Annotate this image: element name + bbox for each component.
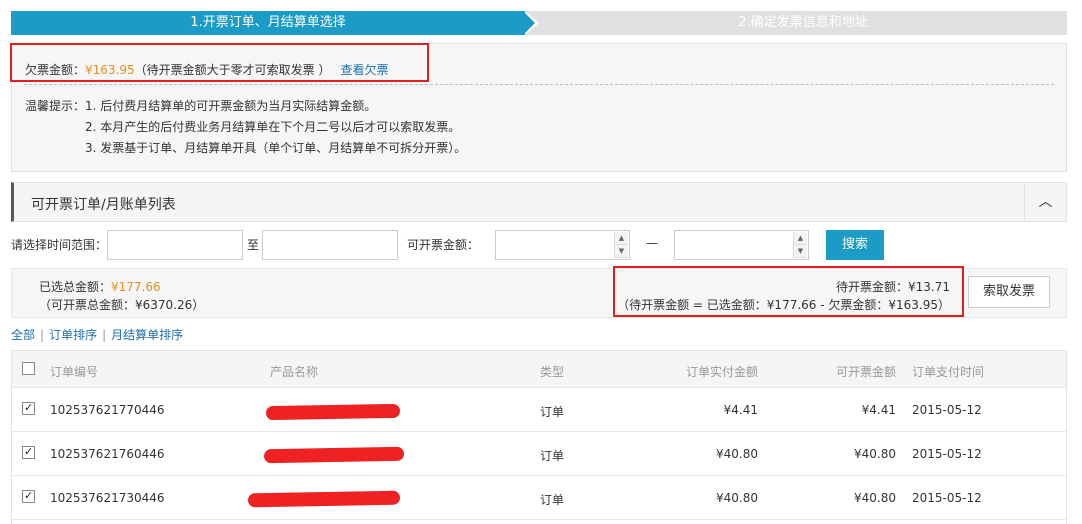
section-header: 可开票订单/月账单列表 ︿ <box>11 182 1067 222</box>
header-type: 类型 <box>540 365 565 379</box>
order-id: 102537621730446 <box>50 491 165 505</box>
pay-time: 2015-05-12 <box>912 491 982 505</box>
sort-all-link[interactable]: 全部 <box>11 328 35 342</box>
pending-highlight-box <box>613 266 964 317</box>
paid-amount: ¥40.80 <box>716 447 758 461</box>
invoiceable-amount: ¥40.80 <box>854 491 896 505</box>
select-all-checkbox[interactable] <box>22 362 35 375</box>
order-id: 102537621770446 <box>50 403 165 417</box>
redaction-mark <box>263 446 405 464</box>
progress-steps: 1.开票订单、月结算单选择 2.确定发票信息和地址 <box>11 11 1067 35</box>
end-date-input[interactable] <box>262 230 398 260</box>
row-checkbox[interactable] <box>22 489 35 503</box>
chevron-up-icon: ︿ <box>1038 194 1053 210</box>
row-checkbox[interactable] <box>22 401 35 415</box>
time-range-label: 请选择时间范围： <box>11 238 108 252</box>
table-header: 订单编号 产品名称 类型 订单实付金额 可开票金额 订单支付时间 <box>12 351 1066 388</box>
start-date-input[interactable] <box>107 230 243 260</box>
sort-separator: | <box>40 328 45 342</box>
to-label: 至 <box>247 238 260 252</box>
header-paid-amount: 订单实付金额 <box>685 365 758 379</box>
amount-label: 可开票金额： <box>407 238 480 252</box>
header-product-name: 产品名称 <box>270 365 319 379</box>
orders-table: 订单编号 产品名称 类型 订单实付金额 可开票金额 订单支付时间 1025376… <box>11 350 1067 524</box>
pay-time: 2015-05-12 <box>912 447 982 461</box>
tip-2: 2. 本月产生的后付费业务月结算单在下个月二号以后才可以索取发票。 <box>85 120 461 134</box>
header-pay-time: 订单支付时间 <box>912 365 985 379</box>
spin-up-icon[interactable]: ▲ <box>615 232 628 245</box>
pay-time: 2015-05-12 <box>912 403 982 417</box>
step-1-active: 1.开票订单、月结算单选择 <box>11 11 525 35</box>
table-row[interactable]: 102537621760446 订单 ¥40.80 ¥40.80 2015-05… <box>12 432 1066 476</box>
dashed-divider <box>24 84 1054 85</box>
selected-amount: ¥177.66 <box>111 280 161 294</box>
row-checkbox[interactable] <box>22 445 35 459</box>
owed-highlight-box <box>10 43 429 82</box>
invoiceable-total: （可开票总金额：¥6370.26） <box>39 298 205 312</box>
redaction-mark <box>265 403 401 421</box>
step-arrow-point <box>523 11 535 35</box>
table-row[interactable]: 102537621770446 订单 ¥4.41 ¥4.41 2015-05-1… <box>12 388 1066 432</box>
selected-label: 已选总金额： <box>39 280 112 294</box>
order-type: 订单 <box>540 449 565 463</box>
tip-1: 1. 后付费月结算单的可开票金额为当月实际结算金额。 <box>85 99 377 113</box>
max-amount-input[interactable]: ▲ ▼ <box>674 230 809 260</box>
paid-amount: ¥4.41 <box>723 403 758 417</box>
table-row[interactable]: 102537621730446 订单 ¥40.80 ¥40.80 2015-05… <box>12 476 1066 520</box>
spin-up-icon[interactable]: ▲ <box>794 232 807 245</box>
spin-down-icon[interactable]: ▼ <box>794 245 807 258</box>
header-invoiceable-amount: 可开票金额 <box>835 365 896 379</box>
section-title: 可开票订单/月账单列表 <box>31 197 176 213</box>
tips-block: 温馨提示：1. 后付费月结算单的可开票金额为当月实际结算金额。 2. 本月产生的… <box>25 96 466 159</box>
order-id: 102537621760446 <box>50 447 165 461</box>
header-order-id: 订单编号 <box>50 365 99 379</box>
min-amount-stepper[interactable]: ▲ ▼ <box>614 232 628 258</box>
sort-monthly-link[interactable]: 月结算单排序 <box>111 328 183 342</box>
request-invoice-button[interactable]: 索取发票 <box>968 276 1050 308</box>
range-dash: — <box>646 236 658 250</box>
min-amount-input[interactable]: ▲ ▼ <box>495 230 630 260</box>
order-type: 订单 <box>540 493 565 507</box>
collapse-button[interactable]: ︿ <box>1024 183 1066 221</box>
step-2-inactive: 2.确定发票信息和地址 <box>738 15 868 30</box>
search-button[interactable]: 搜索 <box>826 230 884 260</box>
invoiceable-amount: ¥40.80 <box>854 447 896 461</box>
invoiceable-amount: ¥4.41 <box>861 403 896 417</box>
paid-amount: ¥40.80 <box>716 491 758 505</box>
selected-total: 已选总金额：¥177.66 <box>39 278 161 295</box>
tips-label: 温馨提示： <box>25 99 86 113</box>
tip-3: 3. 发票基于订单、月结算单开具（单个订单、月结算单不可拆分开票）。 <box>85 141 467 155</box>
sort-links: 全部 | 订单排序 | 月结算单排序 <box>11 326 183 343</box>
max-amount-stepper[interactable]: ▲ ▼ <box>793 232 807 258</box>
spin-down-icon[interactable]: ▼ <box>615 245 628 258</box>
sort-separator: | <box>102 328 107 342</box>
redaction-mark <box>247 490 401 508</box>
order-type: 订单 <box>540 405 565 419</box>
sort-orders-link[interactable]: 订单排序 <box>49 328 97 342</box>
